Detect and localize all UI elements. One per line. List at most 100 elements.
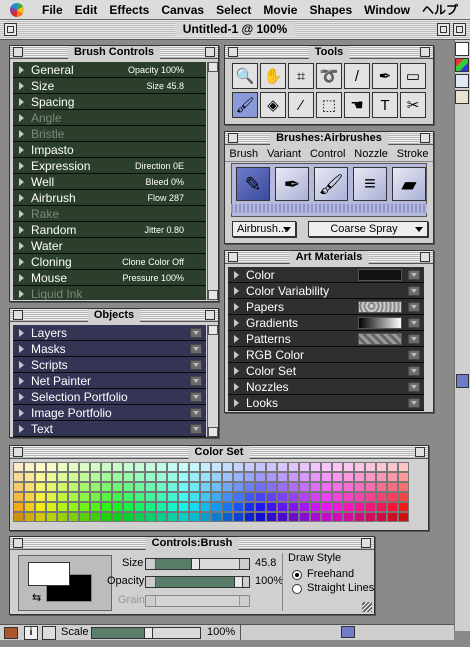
color-swatch[interactable] <box>288 512 299 522</box>
color-swatch[interactable] <box>178 492 189 502</box>
size-slider-knob[interactable] <box>190 558 200 570</box>
freehand-label[interactable]: Freehand <box>307 568 354 580</box>
color-swatch[interactable] <box>211 492 222 502</box>
color-swatch[interactable] <box>79 492 90 502</box>
color-swatch[interactable] <box>332 512 343 522</box>
color-swatch[interactable] <box>376 482 387 492</box>
color-swatch[interactable] <box>222 512 233 522</box>
opacity-slider[interactable] <box>145 576 250 588</box>
scroll-thumb[interactable] <box>341 626 355 638</box>
tools-title-bar[interactable]: Tools <box>225 46 433 59</box>
color-swatch[interactable] <box>200 472 211 482</box>
color-swatch[interactable] <box>145 462 156 472</box>
swap-colors-icon[interactable]: ⇆ <box>32 591 41 604</box>
color-swatch[interactable] <box>233 512 244 522</box>
color-swatch[interactable] <box>112 472 123 482</box>
zoom-box-icon[interactable] <box>205 310 215 320</box>
color-swatch[interactable] <box>288 472 299 482</box>
list-item[interactable]: Water <box>13 238 206 254</box>
material-swatch[interactable] <box>358 333 402 345</box>
close-box-icon[interactable] <box>13 310 23 320</box>
color-swatch[interactable] <box>288 492 299 502</box>
color-swatch[interactable] <box>134 512 145 522</box>
menu-file[interactable]: File <box>42 3 63 17</box>
disclosure-triangle-icon[interactable] <box>19 344 24 353</box>
color-swatch[interactable] <box>178 462 189 472</box>
list-item[interactable]: Spacing <box>13 94 206 110</box>
color-swatch[interactable] <box>266 512 277 522</box>
palette-menu-icon[interactable] <box>190 392 202 402</box>
color-swatch[interactable] <box>255 462 266 472</box>
color-swatch[interactable] <box>101 482 112 492</box>
disclosure-triangle-icon[interactable] <box>234 366 239 375</box>
color-swatch[interactable] <box>57 512 68 522</box>
list-item[interactable]: Cloning Clone Color Off <box>13 254 206 270</box>
vertical-scrollbar[interactable] <box>454 40 470 631</box>
color-swatch[interactable] <box>13 462 24 472</box>
list-item[interactable]: Color Set <box>228 363 424 379</box>
text-icon[interactable]: T <box>372 92 398 118</box>
color-swatch[interactable] <box>277 492 288 502</box>
color-swatch[interactable] <box>244 502 255 512</box>
color-swatch[interactable] <box>255 512 266 522</box>
color-swatch[interactable] <box>35 482 46 492</box>
color-swatch[interactable] <box>387 512 398 522</box>
list-item[interactable]: Liquid Ink <box>13 286 206 300</box>
color-swatch[interactable] <box>112 502 123 512</box>
menu-movie[interactable]: Movie <box>263 3 297 17</box>
color-swatch[interactable] <box>233 462 244 472</box>
color-swatch[interactable] <box>222 492 233 502</box>
color-swatch[interactable] <box>321 512 332 522</box>
menu-window[interactable]: Window <box>364 3 410 17</box>
color-swatch[interactable] <box>277 462 288 472</box>
disclosure-triangle-icon[interactable] <box>19 177 24 186</box>
color-swatch[interactable] <box>13 502 24 512</box>
color-swatch[interactable] <box>387 472 398 482</box>
brush-controls-scrollbar[interactable] <box>207 62 218 300</box>
color-swatch[interactable] <box>266 472 277 482</box>
color-swatch[interactable] <box>35 502 46 512</box>
palette-menu-icon[interactable] <box>190 408 202 418</box>
color-swatch[interactable] <box>167 502 178 512</box>
color-swatch[interactable] <box>299 482 310 492</box>
color-swatch[interactable] <box>156 482 167 492</box>
color-swatch[interactable] <box>398 502 409 512</box>
objects-scrollbar[interactable] <box>207 325 218 437</box>
color-swatch[interactable] <box>398 492 409 502</box>
color-swatch[interactable] <box>101 492 112 502</box>
color-swatch[interactable] <box>211 482 222 492</box>
list-item[interactable]: Expression Direction 0E <box>13 158 206 174</box>
list-item[interactable]: Selection Portfolio <box>13 389 206 405</box>
color-swatch[interactable] <box>145 482 156 492</box>
disclosure-triangle-icon[interactable] <box>234 350 239 359</box>
disclosure-triangle-icon[interactable] <box>19 193 24 202</box>
color-swatch[interactable] <box>321 472 332 482</box>
zoom-box-icon[interactable] <box>420 133 430 143</box>
opacity-slider-knob[interactable] <box>234 576 243 588</box>
drawing-mode-icon[interactable] <box>455 42 469 56</box>
color-swatch[interactable] <box>101 512 112 522</box>
color-swatch[interactable] <box>398 512 409 522</box>
color-swatch[interactable] <box>68 462 79 472</box>
magnifier-icon[interactable]: 🔍 <box>232 63 258 89</box>
palette-menu-icon[interactable] <box>408 350 420 360</box>
list-item[interactable]: Random Jitter 0.80 <box>13 222 206 238</box>
color-swatch[interactable] <box>156 502 167 512</box>
scroll-down-arrow-icon[interactable] <box>208 427 218 437</box>
color-swatch[interactable] <box>365 482 376 492</box>
palette-menu-icon[interactable] <box>190 328 202 338</box>
color-swatch[interactable] <box>211 512 222 522</box>
document-title-bar[interactable]: Untitled-1 @ 100% <box>0 20 470 40</box>
disclosure-triangle-icon[interactable] <box>19 424 24 433</box>
color-swatch[interactable] <box>354 462 365 472</box>
color-swatch[interactable] <box>13 472 24 482</box>
color-swatch[interactable] <box>90 472 101 482</box>
color-swatch[interactable] <box>167 482 178 492</box>
color-swatch[interactable] <box>233 482 244 492</box>
list-item[interactable]: Text <box>13 421 206 437</box>
color-swatch[interactable] <box>189 492 200 502</box>
color-swatch[interactable] <box>156 492 167 502</box>
color-swatch[interactable] <box>57 482 68 492</box>
color-swatch[interactable] <box>101 462 112 472</box>
color-swatch[interactable] <box>332 462 343 472</box>
